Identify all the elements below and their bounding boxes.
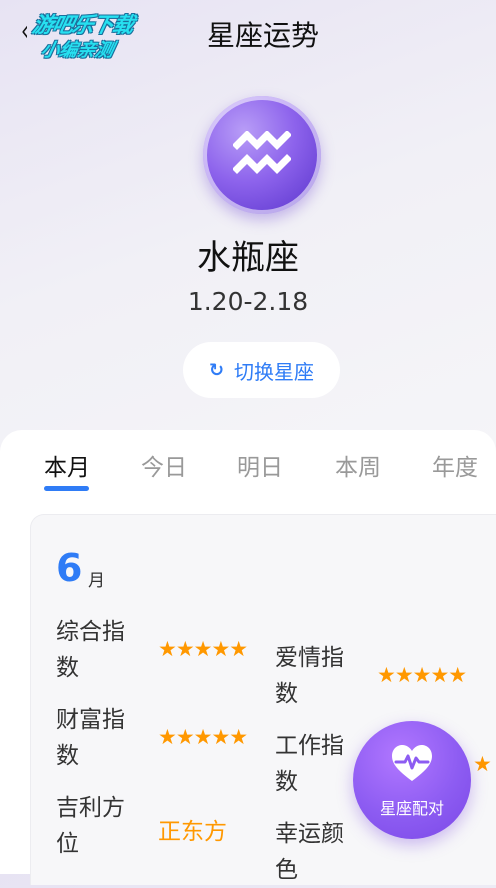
work-index-stars: ★	[473, 752, 492, 776]
tab-tomorrow[interactable]: 明日	[237, 448, 285, 482]
wealth-index-label: 财富指数	[56, 707, 125, 769]
page-title: 星座运势	[206, 19, 319, 52]
month-unit: 月	[88, 571, 105, 591]
lucky-direction-value: 正东方	[158, 819, 227, 845]
tab-today[interactable]: 今日	[141, 448, 189, 482]
active-tab-indicator	[44, 486, 89, 491]
overall-index-label: 综合指数	[56, 619, 125, 681]
sign-date-range: 1.20-2.18	[187, 287, 309, 316]
heart-pulse-icon	[392, 745, 432, 781]
lucky-direction-label: 吉利方位	[56, 795, 125, 857]
tab-this-week[interactable]: 本周	[335, 448, 383, 482]
sign-matching-label: 星座配对	[379, 799, 444, 818]
tab-year[interactable]: 年度	[432, 448, 484, 482]
love-index-stars: ★★★★★	[377, 663, 467, 687]
switch-sign-button[interactable]: ↻ 切换星座	[183, 342, 340, 398]
lucky-color-label: 幸运颜色	[275, 821, 344, 883]
tab-this-month[interactable]: 本月	[44, 448, 90, 482]
wealth-index-stars: ★★★★★	[158, 725, 248, 749]
sign-name: 水瓶座	[197, 238, 299, 278]
refresh-icon: ↻	[208, 359, 225, 381]
switch-sign-label: 切换星座	[234, 359, 315, 384]
work-index-label: 工作指数	[275, 733, 344, 795]
sign-matching-button[interactable]: 星座配对	[353, 721, 471, 839]
overall-index-stars: ★★★★★	[158, 637, 248, 661]
month-number: 6	[56, 546, 83, 590]
love-index-label: 爱情指数	[275, 645, 344, 707]
aquarius-icon	[203, 96, 321, 214]
